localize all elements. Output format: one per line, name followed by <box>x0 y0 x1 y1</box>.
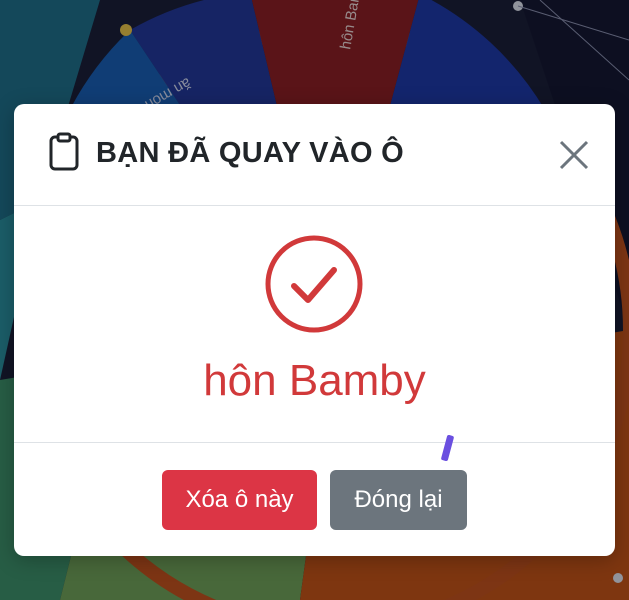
delete-slot-button[interactable]: Xóa ô này <box>162 470 317 530</box>
modal-footer: Xóa ô này Đóng lại <box>14 434 615 556</box>
modal-title: BẠN ĐÃ QUAY VÀO Ô <box>96 137 405 169</box>
close-icon[interactable] <box>557 138 591 172</box>
modal-header: BẠN ĐÃ QUAY VÀO Ô <box>14 104 615 206</box>
check-circle-icon <box>265 235 363 333</box>
result-text: hôn Bamby <box>203 356 426 405</box>
modal-body: hôn Bamby <box>14 206 615 443</box>
result-modal: BẠN ĐÃ QUAY VÀO Ô hôn Bamby Xóa ô này Đó… <box>14 104 615 556</box>
close-button[interactable]: Đóng lại <box>330 470 467 530</box>
clipboard-icon <box>49 132 79 171</box>
